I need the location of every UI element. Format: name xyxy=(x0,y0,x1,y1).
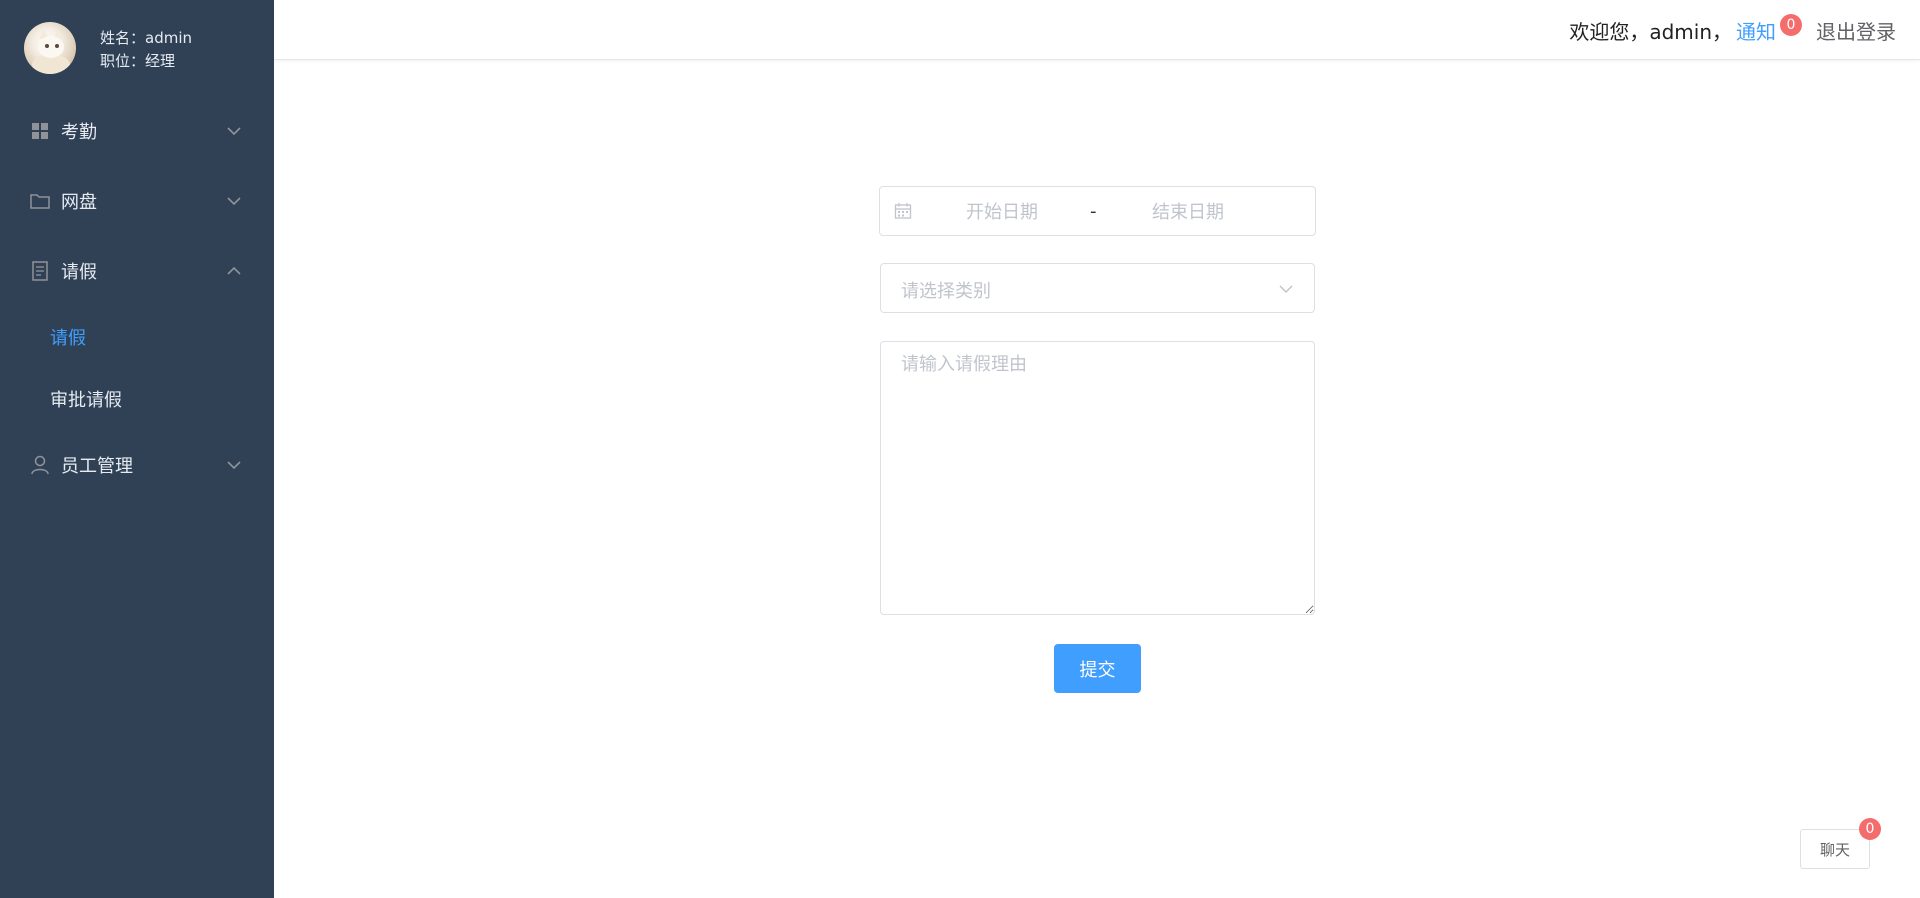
top-header: 欢迎您，admin， 通知 0 退出登录 xyxy=(274,0,1920,60)
sidebar-item-label: 考勤 xyxy=(61,122,97,143)
chevron-up-icon xyxy=(227,266,241,275)
end-date-input[interactable]: 结束日期 xyxy=(1152,198,1262,224)
user-icon xyxy=(30,455,50,475)
document-icon xyxy=(30,261,50,281)
grid-icon xyxy=(30,121,50,141)
notification-link[interactable]: 通知 xyxy=(1736,16,1776,45)
date-range-picker[interactable]: 开始日期 - 结束日期 xyxy=(879,186,1316,236)
sidebar-item-netdisk[interactable]: 网盘 xyxy=(0,166,274,236)
sidebar-item-label: 员工管理 xyxy=(61,456,133,477)
start-date-input[interactable]: 开始日期 xyxy=(966,198,1076,224)
chevron-down-icon xyxy=(1279,285,1293,294)
logout-link[interactable]: 退出登录 xyxy=(1816,16,1896,45)
chat-count-badge: 0 xyxy=(1859,818,1881,840)
sidebar-item-leave[interactable]: 请假 xyxy=(0,236,274,306)
notification-count-badge: 0 xyxy=(1780,13,1802,36)
sidebar-subitem-approve-leave[interactable]: 审批请假 xyxy=(0,368,274,430)
sidebar-item-label: 网盘 xyxy=(61,192,97,213)
sidebar-item-attendance[interactable]: 考勤 xyxy=(0,96,274,166)
sidebar: 姓名：admin 职位：经理 考勤 网盘 请假 请假 审批请假 员工管理 xyxy=(0,0,274,898)
sidebar-item-staff[interactable]: 员工管理 xyxy=(0,430,274,500)
leave-submenu: 请假 审批请假 xyxy=(0,306,274,430)
leave-category-select[interactable]: 请选择类别 xyxy=(880,263,1315,313)
sidebar-menu: 考勤 网盘 请假 请假 审批请假 员工管理 xyxy=(0,96,274,500)
profile-role: 职位：经理 xyxy=(100,52,176,70)
avatar xyxy=(24,22,76,74)
avatar-cat-eye xyxy=(45,44,49,48)
chevron-down-icon xyxy=(227,461,241,470)
welcome-text: 欢迎您，admin， xyxy=(1569,20,1732,44)
date-range-separator: - xyxy=(1090,200,1097,222)
chat-button[interactable]: 聊天 xyxy=(1800,829,1870,869)
submit-button[interactable]: 提交 xyxy=(1054,644,1141,693)
avatar-cat-eye xyxy=(55,44,59,48)
leave-reason-textarea[interactable] xyxy=(880,341,1315,615)
chevron-down-icon xyxy=(227,127,241,136)
chevron-down-icon xyxy=(227,197,241,206)
calendar-icon xyxy=(894,203,912,219)
sidebar-subitem-leave[interactable]: 请假 xyxy=(0,306,274,368)
user-profile: 姓名：admin 职位：经理 xyxy=(0,0,274,96)
folder-icon xyxy=(30,191,50,211)
profile-name: 姓名：admin xyxy=(100,29,192,47)
category-placeholder: 请选择类别 xyxy=(901,281,991,302)
header-user-area: 欢迎您，admin， 通知 0 退出登录 xyxy=(1569,13,1896,45)
sidebar-item-label: 请假 xyxy=(61,262,97,283)
avatar-cat-head xyxy=(38,36,64,58)
